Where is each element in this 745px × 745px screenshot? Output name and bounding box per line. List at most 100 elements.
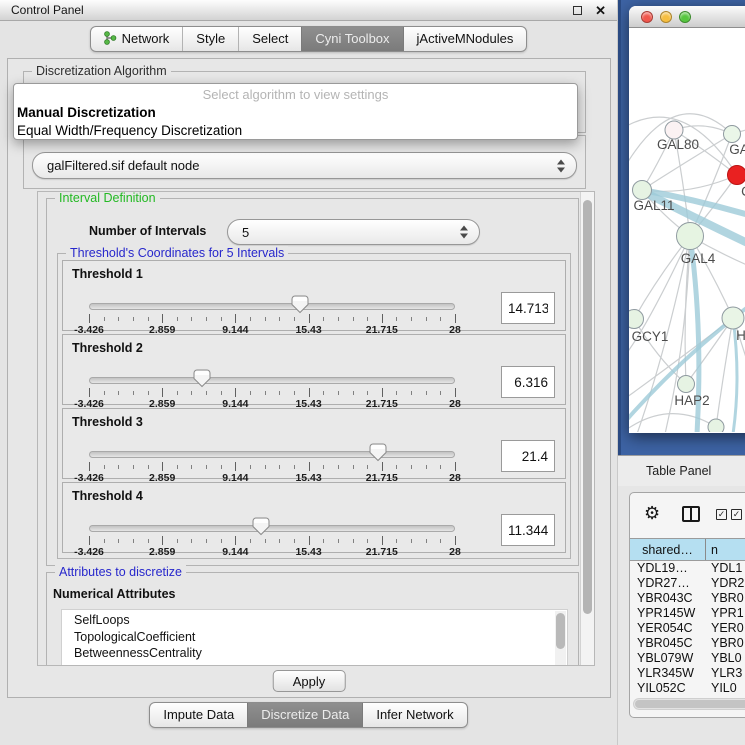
slider-thumb-icon[interactable] [252, 517, 270, 536]
threshold-slider[interactable]: -3.4262.8599.14415.4321.71528 [89, 373, 455, 407]
algorithm-dropdown-popup: Select algorithm to view settings Manual… [13, 83, 578, 140]
table-hscrollbar[interactable] [633, 698, 745, 710]
network-canvas[interactable]: GAL80GACGAL11GAL4GCY1HHAP2 [629, 28, 745, 432]
threshold-value-field[interactable] [501, 514, 555, 546]
network-node[interactable] [728, 166, 745, 185]
threshold-coordinates-group: Threshold's Coordinates for 5 Intervals … [57, 253, 571, 559]
table-row[interactable]: YDR27…YDR2 [630, 576, 745, 591]
top-tab-bar: NetworkStyleSelect Cyni Toolbox jActiveMNo… [0, 21, 617, 56]
tab-jactivemnodules[interactable]: jActiveMNodules [403, 27, 527, 51]
tab-label: Cyni Toolbox [315, 31, 389, 46]
bottom-tab-group: Impute Data Discretize Data Infer Network [149, 702, 467, 728]
table-data-combobox[interactable]: galFiltered.sif default node [32, 152, 577, 179]
network-node[interactable] [677, 223, 704, 250]
slider-track[interactable] [89, 451, 455, 458]
combo-arrows-icon [459, 226, 468, 239]
table-row[interactable]: YLR345WYLR3 [630, 666, 745, 681]
network-node[interactable] [678, 376, 695, 393]
slider-track[interactable] [89, 377, 455, 384]
node-label: HAP2 [674, 393, 709, 408]
numerical-attributes-list: SelfLoopsTopologicalCoefficientBetweenne… [61, 609, 568, 666]
split-columns-icon[interactable] [682, 506, 700, 522]
slider-ticks [89, 388, 455, 397]
threshold-slider[interactable]: -3.4262.8599.14415.4321.71528 [89, 299, 455, 333]
scrollbar-thumb[interactable] [635, 700, 745, 708]
threshold-4-panel: Threshold 4 -3.4262.8599.14415.4321.7152… [62, 482, 566, 553]
table-row[interactable]: YBR045CYBR0 [630, 636, 745, 651]
table-panel-body: ⚙ ✓ ✓ shared… n YDL19…YDL1YDR27…YDR2YBR0… [618, 486, 745, 744]
tab-cyni-toolbox[interactable]: Cyni Toolbox [301, 27, 402, 51]
table-toolbar: ⚙ ✓ ✓ [630, 493, 745, 538]
table-row[interactable]: YPR145WYPR1 [630, 606, 745, 621]
tab-style[interactable]: Style [182, 27, 238, 51]
network-window-titlebar[interactable] [629, 6, 745, 28]
network-edge [642, 175, 737, 191]
attributes-group: Attributes to discretize Numerical Attri… [46, 572, 579, 666]
table-row[interactable]: YER054CYER0 [630, 621, 745, 636]
slider-thumb-icon[interactable] [193, 369, 211, 388]
node-label: GAL80 [657, 137, 699, 152]
close-icon[interactable]: ✕ [595, 4, 606, 17]
tab-infer-network[interactable]: Infer Network [362, 703, 466, 727]
tab-impute-data[interactable]: Impute Data [150, 703, 247, 727]
threshold-3-panel: Threshold 3 -3.4262.8599.14415.4321.7152… [62, 408, 566, 479]
settings-scrollbar[interactable] [580, 192, 594, 665]
threshold-value-field[interactable] [501, 440, 555, 472]
slider-thumb-icon[interactable] [291, 295, 309, 314]
table-row[interactable]: YIL052CYIL0 [630, 681, 745, 696]
table-row[interactable]: YBR043CYBR0 [630, 591, 745, 606]
group-title: Threshold's Coordinates for 5 Intervals [66, 246, 288, 260]
mac-minimize-icon[interactable] [660, 11, 672, 23]
mac-close-icon[interactable] [641, 11, 653, 23]
combo-value: 5 [242, 225, 249, 240]
checkbox-icon[interactable]: ✓ [731, 509, 742, 520]
attribute-item[interactable]: TopologicalCoefficient [74, 629, 567, 646]
slider-track[interactable] [89, 525, 455, 532]
slider-ticks [89, 462, 455, 471]
column-header-name[interactable]: n [706, 539, 745, 560]
interval-definition-group: Interval Definition Number of Intervals … [46, 198, 579, 566]
tab-label: Impute Data [163, 707, 234, 722]
threshold-label: Threshold 3 [72, 415, 143, 429]
slider-track[interactable] [89, 303, 455, 310]
threshold-value-field[interactable] [501, 366, 555, 398]
column-header-shared-name[interactable]: shared… [630, 539, 706, 560]
app-root: Control Panel ✕ NetworkStyleSelectCyni T… [0, 0, 745, 745]
threshold-value-field[interactable] [501, 292, 555, 324]
node-label: H [736, 328, 745, 343]
tab-network[interactable]: Network [91, 27, 183, 51]
threshold-slider[interactable]: -3.4262.8599.14415.4321.71528 [89, 521, 455, 555]
network-node[interactable] [633, 181, 652, 200]
mac-zoom-icon[interactable] [679, 11, 691, 23]
network-node[interactable] [708, 419, 724, 432]
list-scrollbar[interactable] [555, 611, 566, 666]
node-table-container: ⚙ ✓ ✓ shared… n YDL19…YDL1YDR27…YDR2YBR0… [629, 492, 745, 718]
node-label: GAL4 [681, 251, 716, 266]
group-title: Discretization Algorithm [32, 64, 171, 78]
checkbox-icon[interactable]: ✓ [716, 509, 727, 520]
attribute-item[interactable]: BetweennessCentrality [74, 645, 567, 662]
gear-icon[interactable]: ⚙ [644, 504, 660, 522]
tab-select[interactable]: Select [238, 27, 301, 51]
popup-option[interactable]: Equal Width/Frequency Discretization [14, 122, 577, 140]
float-window-icon[interactable] [573, 6, 582, 15]
threshold-label: Threshold 4 [72, 489, 143, 503]
table-row[interactable]: YDL19…YDL1 [630, 561, 745, 576]
tab-label: Infer Network [376, 707, 453, 722]
num-intervals-combobox[interactable]: 5 [227, 219, 480, 245]
table-row[interactable]: YBL079WYBL0 [630, 651, 745, 666]
scrollbar-thumb[interactable] [583, 200, 592, 614]
table-rows: YDL19…YDL1YDR27…YDR2YBR043CYBR0YPR145WYP… [630, 561, 745, 696]
threshold-slider[interactable]: -3.4262.8599.14415.4321.71528 [89, 447, 455, 481]
slider-thumb-icon[interactable] [369, 443, 387, 462]
attribute-item[interactable]: SelfLoops [74, 612, 567, 629]
popup-option[interactable]: Manual Discretization [14, 104, 577, 122]
popup-hint: Select algorithm to view settings [14, 86, 577, 104]
network-node[interactable] [724, 126, 741, 143]
network-node[interactable] [629, 310, 644, 329]
table-data-group: Table Data galFiltered.sif default node [23, 135, 586, 189]
tab-discretize-data[interactable]: Discretize Data [247, 703, 362, 727]
apply-button[interactable]: Apply [273, 670, 346, 692]
network-view-window: GAL80GACGAL11GAL4GCY1HHAP2 [629, 6, 745, 433]
network-node[interactable] [722, 307, 744, 329]
